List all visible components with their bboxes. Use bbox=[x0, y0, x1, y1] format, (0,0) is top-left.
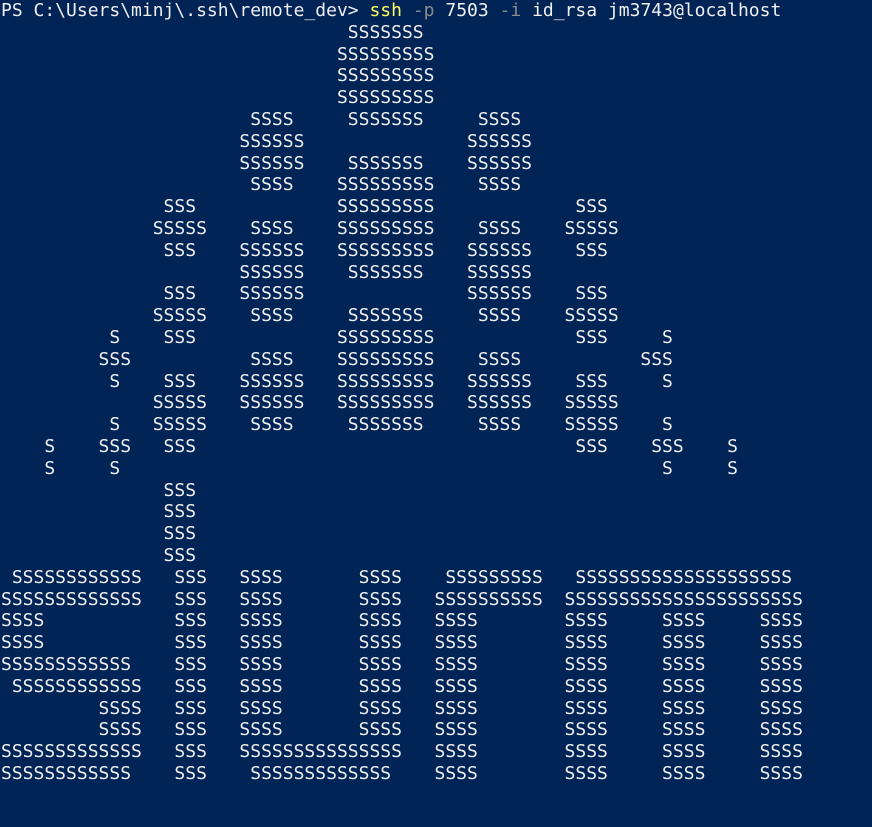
art-line: SSSSSSSSSSSSS SSS SSSS SSSS SSSSSSSSSS S… bbox=[1, 588, 803, 610]
art-line: SSSS SSS SSSS SSSS SSSS SSSS SSSS SSSS bbox=[1, 632, 803, 654]
art-line: SSS bbox=[1, 544, 197, 566]
art-line: S S S S bbox=[1, 457, 738, 479]
art-line: SSS bbox=[1, 479, 197, 501]
art-line: SSS SSSSSSSSS SSS bbox=[1, 196, 608, 218]
art-line: SSSS SSS SSSS SSSS SSSS SSSS SSSS SSSS bbox=[1, 719, 803, 741]
art-line: SSS SSSSSS SSSSSS SSS bbox=[1, 283, 608, 305]
art-line: SSSSSSS bbox=[1, 21, 424, 43]
terminal-window[interactable]: PS C:\Users\minj\.ssh\remote_dev> ssh -p… bbox=[0, 0, 872, 827]
command-space bbox=[402, 0, 413, 21]
art-line: SSSSSSSSSSSS SSS SSSS SSSS SSSS SSSS SSS… bbox=[1, 653, 803, 675]
art-line: SSS SSSSSS SSSSSSSSS SSSSSS SSS bbox=[1, 239, 608, 261]
art-line: S SSS SSS SSS SSS S bbox=[1, 435, 738, 457]
command-port-value: 7503 bbox=[434, 0, 500, 21]
art-line: SSSSSSSSSSSS SSS SSSSSSSSSSSSS SSSS SSSS… bbox=[1, 762, 803, 784]
art-line: SSSSSSSSSSSS SSS SSSS SSSS SSSSSSSSS SSS… bbox=[1, 566, 793, 588]
command-flag-port: -p bbox=[412, 0, 435, 21]
art-line: SSSSSS SSSSSSS SSSSSS bbox=[1, 152, 533, 174]
art-line: SSSS SSSSSSSSS SSSS bbox=[1, 174, 522, 196]
art-line: SSS bbox=[1, 523, 197, 545]
art-line: SSSSSSSSSSSSS SSS SSSSSSSSSSSSSSS SSSS S… bbox=[1, 741, 803, 763]
art-line: SSSSSS SSSSSS bbox=[1, 130, 533, 152]
art-line: S SSS SSSSSS SSSSSSSSS SSSSSS SSS S bbox=[1, 370, 673, 392]
art-line: SSSSSSSSS bbox=[1, 43, 435, 65]
command-line: PS C:\Users\minj\.ssh\remote_dev> ssh -p… bbox=[1, 0, 872, 22]
art-line: SSSS SSS SSSS SSSS SSSS SSSS SSSS SSSS bbox=[1, 610, 803, 632]
art-line: SSSSS SSSS SSSSSSS SSSS SSSSS bbox=[1, 305, 619, 327]
art-line: SSSSSSSSS bbox=[1, 87, 435, 109]
art-line: SSSSSSSSSSSS SSS SSSS SSSS SSSS SSSS SSS… bbox=[1, 675, 803, 697]
art-line: SSSSSSSSS bbox=[1, 65, 435, 87]
art-line: SSSSSS SSSSSSS SSSSSS bbox=[1, 261, 533, 283]
art-line: SSSS SSSSSSS SSSS bbox=[1, 108, 522, 130]
art-line: S SSSSS SSSS SSSSSSS SSSS SSSSS S bbox=[1, 414, 673, 436]
art-line: SSSSS SSSSSS SSSSSSSSS SSSSSS SSSSS bbox=[1, 392, 619, 414]
art-line: SSS SSSS SSSSSSSSS SSSS SSS bbox=[1, 348, 673, 370]
command-name: ssh bbox=[369, 0, 402, 21]
command-key-and-host: id_rsa jm3743@localhost bbox=[521, 0, 782, 21]
art-line: SSS bbox=[1, 501, 197, 523]
prompt-path: PS C:\Users\minj\.ssh\remote_dev> bbox=[1, 0, 370, 21]
command-flag-identity: -i bbox=[499, 0, 522, 21]
art-line: S SSS SSSSSSSSS SSS S bbox=[1, 326, 673, 348]
art-line: SSSS SSS SSSS SSSS SSSS SSSS SSSS SSSS bbox=[1, 697, 803, 719]
ascii-art-banner: SSSSSSS SSSSSSSSS SSSSSSSSS SSSSSSSSS SS… bbox=[0, 22, 872, 785]
art-line: SSSSS SSSS SSSSSSSSS SSSS SSSSS bbox=[1, 217, 619, 239]
